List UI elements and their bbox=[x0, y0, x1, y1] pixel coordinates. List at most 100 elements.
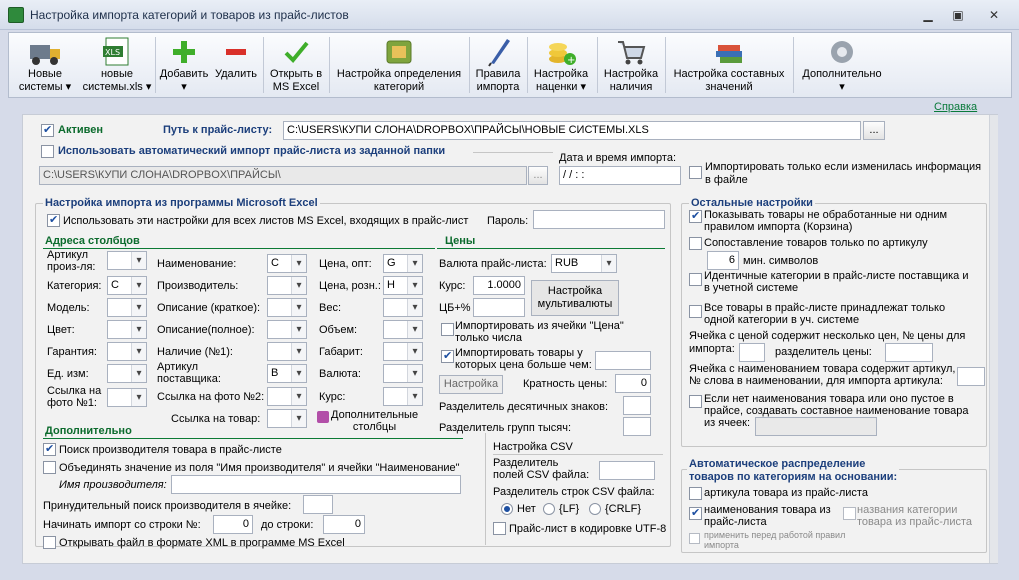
svg-text:XLS: XLS bbox=[105, 48, 120, 57]
by-category-names-checkbox[interactable] bbox=[843, 507, 856, 520]
help-link[interactable]: Справка bbox=[934, 101, 977, 113]
maker-name-input[interactable] bbox=[171, 475, 461, 494]
by-article-checkbox[interactable] bbox=[689, 487, 702, 500]
price-greater-checkbox[interactable] bbox=[441, 349, 454, 363]
composite-values-button[interactable]: Настройка составных значений bbox=[667, 33, 791, 97]
import-rules-button[interactable]: Правила импорта bbox=[471, 33, 525, 97]
composite-name-checkbox[interactable] bbox=[689, 395, 702, 408]
col-select[interactable] bbox=[107, 364, 147, 383]
col-select[interactable] bbox=[107, 298, 147, 317]
multicurrency-button[interactable]: Настройка мультивалюты bbox=[531, 280, 619, 316]
col-select[interactable] bbox=[107, 251, 147, 270]
col-label: Ссылка на товар: bbox=[171, 413, 261, 425]
open-in-excel-button[interactable]: Открыть в MS Excel bbox=[265, 33, 327, 97]
category-settings-button[interactable]: Настройка определения категорий bbox=[331, 33, 467, 97]
col-select[interactable] bbox=[107, 388, 147, 407]
decimal-sep-input[interactable] bbox=[623, 396, 651, 415]
csv-field-sep-input[interactable] bbox=[599, 461, 655, 480]
multiplicity-input[interactable]: 0 bbox=[615, 374, 651, 393]
availability-settings-button[interactable]: Настройка наличия bbox=[599, 33, 663, 97]
col-select[interactable]: H bbox=[383, 276, 423, 295]
only-changed-checkbox[interactable] bbox=[689, 166, 702, 179]
use-for-all-sheets-label: Использовать эти настройки для всех лист… bbox=[63, 215, 469, 227]
by-name-checkbox[interactable] bbox=[689, 506, 702, 520]
new-systems-xls-button[interactable]: XLS новые системы.xls ▾ bbox=[81, 33, 153, 97]
col-select[interactable] bbox=[107, 320, 147, 339]
csv-row-sep-none-radio[interactable] bbox=[501, 503, 513, 515]
apply-before-checkbox[interactable] bbox=[689, 533, 700, 544]
col-select[interactable]: B bbox=[267, 364, 307, 383]
col-select[interactable] bbox=[383, 298, 423, 317]
checkmark-icon bbox=[279, 37, 313, 67]
col-select[interactable]: C bbox=[267, 254, 307, 273]
article-in-name-input[interactable] bbox=[957, 367, 985, 386]
to-row-input[interactable]: 0 bbox=[323, 515, 365, 534]
col-label: Артикул поставщика: bbox=[157, 361, 221, 385]
start-row-input[interactable]: 0 bbox=[213, 515, 253, 534]
forced-search-input[interactable] bbox=[303, 495, 333, 514]
use-for-all-sheets-checkbox[interactable] bbox=[47, 213, 60, 227]
toolbar-label: Открыть в MS Excel bbox=[269, 68, 323, 93]
all-one-category-checkbox[interactable] bbox=[689, 305, 702, 318]
folder-input[interactable]: C:\USERS\КУПИ СЛОНА\DROPBOX\ПРАЙСЫ\ bbox=[39, 166, 527, 185]
active-checkbox[interactable] bbox=[41, 123, 54, 137]
identical-categories-checkbox[interactable] bbox=[689, 273, 702, 286]
browse-path-button[interactable]: ... bbox=[863, 121, 885, 140]
col-select[interactable] bbox=[267, 387, 307, 406]
csv-row-sep-crlf-radio[interactable] bbox=[589, 503, 601, 515]
browse-folder-button[interactable]: ... bbox=[528, 166, 548, 185]
col-select[interactable] bbox=[267, 298, 307, 317]
col-select[interactable] bbox=[267, 276, 307, 295]
group-sep-input[interactable] bbox=[623, 417, 651, 436]
by-article-label: артикула товара из прайс-листа bbox=[704, 487, 868, 499]
path-input[interactable]: C:\USERS\КУПИ СЛОНА\DROPBOX\ПРАЙСЫ\НОВЫЕ… bbox=[283, 121, 861, 140]
new-systems-button[interactable]: Новые системы ▾ bbox=[13, 33, 77, 97]
merge-name-checkbox[interactable] bbox=[43, 461, 56, 474]
col-select[interactable] bbox=[267, 320, 307, 339]
col-select[interactable]: G bbox=[383, 254, 423, 273]
scrollbar[interactable] bbox=[989, 115, 998, 563]
col-select[interactable] bbox=[383, 342, 423, 361]
radio-label: Нет bbox=[517, 503, 536, 515]
csv-row-sep-lf-radio[interactable] bbox=[543, 503, 555, 515]
markup-settings-button[interactable]: + Настройка наценки ▾ bbox=[529, 33, 593, 97]
delete-button[interactable]: Удалить bbox=[211, 33, 261, 97]
start-row-label: Начинать импорт со строки №: bbox=[43, 519, 201, 531]
min-symbols-input[interactable]: 6 bbox=[707, 251, 739, 270]
col-select[interactable]: C bbox=[107, 276, 147, 295]
multi-price-input[interactable] bbox=[739, 343, 765, 362]
col-select[interactable] bbox=[267, 409, 307, 428]
forced-search-label: Принудительный поиск производителя в яче… bbox=[43, 500, 292, 512]
open-xml-checkbox[interactable] bbox=[43, 536, 56, 549]
price-sep-input[interactable] bbox=[885, 343, 933, 362]
utf8-checkbox[interactable] bbox=[493, 522, 506, 535]
col-select[interactable] bbox=[383, 320, 423, 339]
col-select[interactable] bbox=[383, 364, 423, 383]
maker-name-label: Имя производителя: bbox=[59, 479, 167, 491]
maximize-icon[interactable]: ▣ bbox=[946, 6, 970, 24]
composite-name-input[interactable] bbox=[755, 417, 877, 436]
merge-name-label: Объединять значение из поля "Имя произво… bbox=[59, 462, 460, 474]
rate-input[interactable]: 1.0000 bbox=[473, 276, 525, 295]
datetime-input[interactable]: / / : : bbox=[559, 166, 681, 185]
match-article-checkbox[interactable] bbox=[689, 237, 702, 250]
col-select[interactable] bbox=[107, 342, 147, 361]
price-greater-input[interactable] bbox=[595, 351, 651, 370]
show-unprocessed-checkbox[interactable] bbox=[689, 209, 702, 223]
minimize-icon[interactable]: ▁ bbox=[916, 6, 940, 24]
password-input[interactable] bbox=[533, 210, 665, 229]
extra-columns-button[interactable]: Дополнительные столбцы bbox=[331, 409, 418, 433]
currency-select[interactable]: RUB bbox=[551, 254, 617, 273]
cb-percent-input[interactable] bbox=[473, 298, 525, 317]
auto-import-checkbox[interactable] bbox=[41, 145, 54, 158]
price-setup-button[interactable]: Настройка bbox=[439, 375, 503, 394]
csv-title: Настройка CSV bbox=[493, 441, 573, 453]
add-button[interactable]: Добавить ▾ bbox=[157, 33, 211, 97]
col-select[interactable] bbox=[267, 342, 307, 361]
col-select[interactable] bbox=[383, 387, 423, 406]
close-icon[interactable]: ✕ bbox=[982, 6, 1006, 24]
import-price-numbers-checkbox[interactable] bbox=[441, 323, 454, 336]
group-sep-label: Разделитель групп тысяч: bbox=[439, 422, 572, 434]
search-maker-checkbox[interactable] bbox=[43, 442, 56, 456]
more-button[interactable]: Дополнительно ▾ bbox=[795, 33, 889, 97]
